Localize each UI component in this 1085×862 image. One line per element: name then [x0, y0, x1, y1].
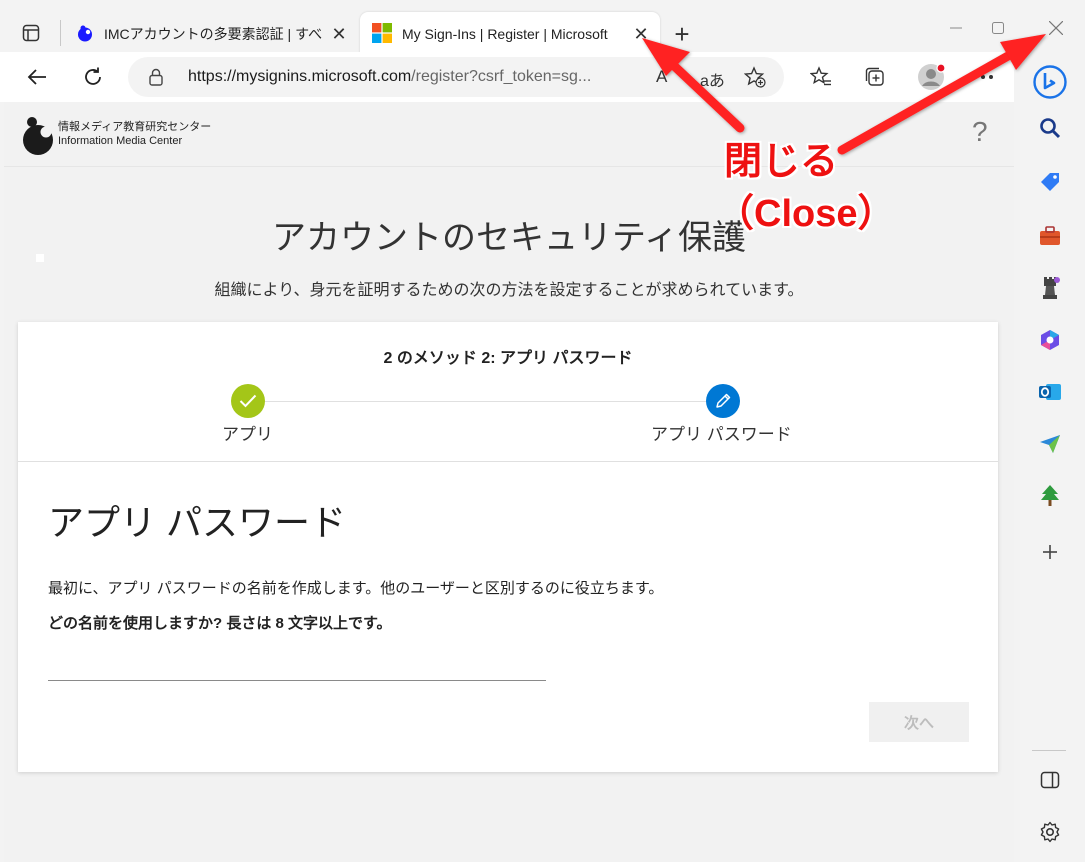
close-tab-icon[interactable]: ✕: [630, 23, 652, 45]
imc-favicon-icon: [76, 24, 94, 45]
microsoft-365-icon[interactable]: [1036, 326, 1064, 354]
annotation-close-en: （Close）: [716, 193, 896, 235]
more-options-icon[interactable]: [968, 62, 998, 92]
step-complete-check-icon: [231, 384, 265, 418]
url-host: https://mysignins.microsoft.com: [188, 68, 412, 85]
microsoft-logo-icon: [372, 22, 392, 46]
registration-card: 2 のメソッド 2: アプリ パスワード アプリ アプリ パスワード アプリ パ…: [18, 322, 998, 772]
tools-briefcase-icon[interactable]: [1036, 222, 1064, 250]
profile-avatar-icon[interactable]: [916, 62, 946, 92]
page-header: 情報メディア教育研究センター Information Media Center …: [4, 102, 1014, 167]
lock-icon[interactable]: [148, 68, 164, 91]
card-divider: [18, 461, 998, 462]
section-title: アプリ パスワード: [48, 502, 347, 543]
outlook-icon[interactable]: [1036, 378, 1064, 406]
imc-logo-icon: [20, 114, 56, 161]
shopping-tag-icon[interactable]: [1036, 168, 1064, 196]
add-sidebar-app-icon[interactable]: [1036, 538, 1064, 566]
tab-separator: [60, 20, 61, 46]
organization-logo-text: 情報メディア教育研究センター Information Media Center: [58, 120, 211, 148]
maximize-window-button[interactable]: [978, 14, 1018, 42]
next-button[interactable]: 次へ: [869, 702, 969, 742]
hide-sidebar-icon[interactable]: [1036, 766, 1064, 794]
favorites-icon[interactable]: [806, 62, 836, 92]
collections-icon[interactable]: [860, 62, 890, 92]
refresh-icon[interactable]: [78, 62, 108, 92]
name-question-text: どの名前を使用しますか? 長さは 8 文字以上です。: [48, 615, 392, 632]
tab-actions-icon[interactable]: [18, 20, 44, 46]
step-current-pencil-icon: [706, 384, 740, 418]
url-path: /register?csrf_token=sg...: [411, 68, 592, 85]
address-bar[interactable]: https://mysignins.microsoft.com/register…: [128, 57, 784, 97]
logo-line-english: Information Media Center: [58, 135, 183, 147]
drop-send-icon[interactable]: [1036, 430, 1064, 458]
edge-sidebar: [1014, 52, 1085, 862]
address-url[interactable]: https://mysignins.microsoft.com/register…: [188, 68, 658, 86]
search-icon[interactable]: [1036, 114, 1064, 142]
step-caption: 2 のメソッド 2: アプリ パスワード: [383, 350, 633, 367]
close-window-button[interactable]: [1036, 14, 1076, 42]
new-tab-button[interactable]: +: [668, 19, 696, 49]
progress-line: [248, 401, 723, 402]
close-tab-icon[interactable]: ✕: [328, 23, 350, 45]
step-label-app-password: アプリ パスワード: [651, 425, 792, 444]
add-favorite-icon[interactable]: [743, 66, 766, 93]
browser-toolbar: https://mysignins.microsoft.com/register…: [0, 52, 1085, 102]
step-label-app: アプリ: [222, 425, 273, 444]
tab-strip: IMCアカウントの多要素認証 | すべて ✕ My Sign-Ins | Reg…: [0, 0, 1085, 56]
tab-my-sign-ins[interactable]: My Sign-Ins | Register | Microsoft ✕: [360, 12, 660, 56]
minimize-window-button[interactable]: [936, 14, 976, 42]
games-chess-icon[interactable]: [1036, 274, 1064, 302]
tab-title: My Sign-Ins | Register | Microsoft: [402, 26, 608, 42]
tree-icon[interactable]: [1036, 482, 1064, 510]
immersive-reader-icon[interactable]: A: [656, 67, 667, 87]
bing-copilot-icon[interactable]: [1032, 64, 1068, 100]
back-icon[interactable]: [22, 62, 52, 92]
logo-line-japanese: 情報メディア教育研究センター: [58, 121, 212, 133]
help-icon[interactable]: ?: [972, 116, 988, 148]
settings-gear-icon[interactable]: [1036, 818, 1064, 846]
tab-title: IMCアカウントの多要素認証 | すべて: [104, 26, 322, 42]
sidebar-divider: [1032, 750, 1066, 751]
description-text: 最初に、アプリ パスワードの名前を作成します。他のユーザーと区別するのに役立ちま…: [48, 580, 664, 597]
app-password-name-input[interactable]: [48, 652, 546, 681]
page-subtitle: 組織により、身元を証明するための次の方法を設定することが求められています。: [214, 282, 804, 299]
annotation-close-jp: 閉じる: [724, 141, 839, 183]
tab-imc[interactable]: IMCアカウントの多要素認証 | すべて ✕: [64, 12, 358, 56]
read-aloud-icon[interactable]: aあ: [700, 67, 725, 91]
